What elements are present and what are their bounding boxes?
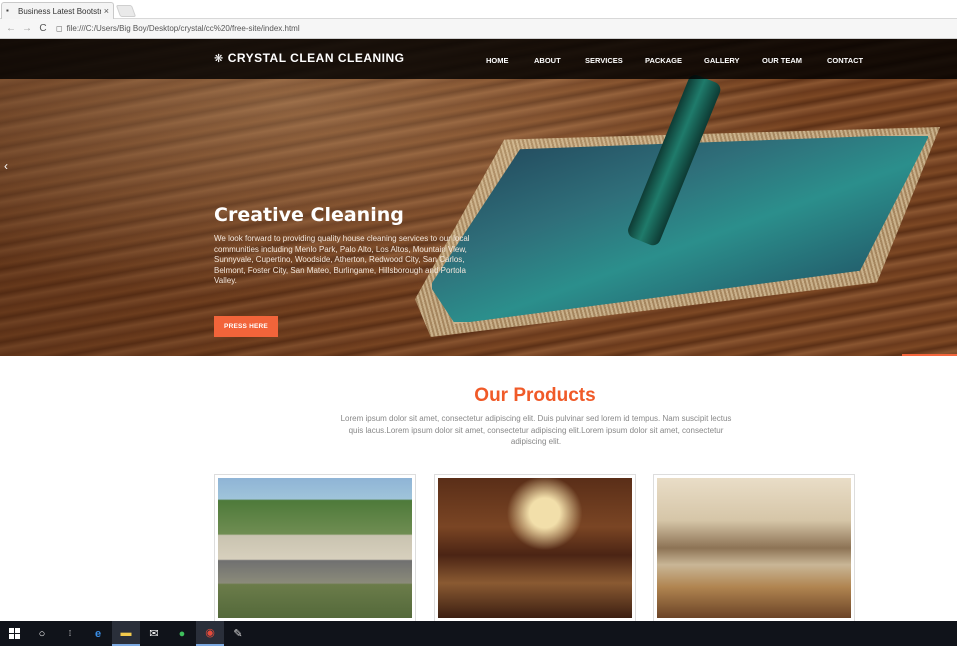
- windows-logo-icon: [8, 628, 20, 639]
- close-tab-icon[interactable]: ×: [104, 6, 109, 16]
- reload-button[interactable]: C: [36, 22, 50, 36]
- slide-progress-indicator: [902, 354, 957, 356]
- task-view-icon[interactable]: ⁞: [56, 621, 84, 646]
- browser-tab[interactable]: ▪ Business Latest Bootstra ×: [1, 2, 114, 19]
- forward-button[interactable]: →: [20, 22, 34, 36]
- product-card[interactable]: [214, 474, 416, 621]
- url-field[interactable]: ◻ file:///C:/Users/Big Boy/Desktop/cryst…: [56, 22, 300, 36]
- file-explorer-icon[interactable]: ▬: [112, 621, 140, 646]
- product-card[interactable]: [653, 474, 855, 621]
- page-info-icon: ◻: [56, 24, 63, 33]
- nav-our-team[interactable]: OUR TEAM: [762, 56, 827, 65]
- product-card[interactable]: [434, 474, 636, 621]
- green-app-icon[interactable]: ●: [168, 621, 196, 646]
- mail-icon[interactable]: ✉: [140, 621, 168, 646]
- page-favicon-icon: ▪: [6, 6, 9, 15]
- start-button[interactable]: [0, 621, 28, 646]
- hero-caption: Creative Cleaning We look forward to pro…: [214, 204, 482, 287]
- site-logo[interactable]: ❋ CRYSTAL CLEAN CLEANING: [214, 51, 405, 65]
- logo-icon: ❋: [214, 52, 224, 65]
- logo-text: CRYSTAL CLEAN CLEANING: [227, 51, 405, 65]
- search-icon[interactable]: ○: [28, 621, 56, 646]
- nav-contact[interactable]: CONTACT: [827, 56, 863, 65]
- hero-title: Creative Cleaning: [214, 204, 404, 226]
- product-image-house-exterior: [218, 478, 412, 618]
- nav-services[interactable]: SERVICES: [585, 56, 645, 65]
- tab-title: Business Latest Bootstra: [18, 6, 101, 16]
- nav-home[interactable]: HOME: [486, 56, 534, 65]
- nav-gallery[interactable]: GALLERY: [704, 56, 762, 65]
- products-title: Our Products: [474, 385, 596, 406]
- site-navbar: ❋ CRYSTAL CLEAN CLEANING HOME ABOUT SERV…: [0, 39, 957, 79]
- products-section: Our Products Lorem ipsum dolor sit amet,…: [0, 356, 957, 621]
- slider-prev-icon[interactable]: ‹: [4, 159, 8, 173]
- chrome-icon[interactable]: ◉: [196, 621, 224, 646]
- nav-about[interactable]: ABOUT: [534, 56, 585, 65]
- products-description: Lorem ipsum dolor sit amet, consectetur …: [340, 414, 732, 446]
- nav-package[interactable]: PACKAGE: [645, 56, 704, 65]
- paint-icon[interactable]: ✎: [224, 621, 252, 646]
- hero-slider: ❋ CRYSTAL CLEAN CLEANING HOME ABOUT SERV…: [0, 39, 957, 356]
- product-image-living-room: [438, 478, 632, 618]
- edge-icon[interactable]: e: [84, 621, 112, 646]
- url-text: file:///C:/Users/Big Boy/Desktop/crystal…: [66, 24, 300, 33]
- browser-tab-strip: ▪ Business Latest Bootstra ×: [0, 0, 957, 19]
- product-image-hallway: [657, 478, 851, 618]
- address-bar: ← → C ◻ file:///C:/Users/Big Boy/Desktop…: [0, 19, 957, 39]
- back-button[interactable]: ←: [4, 22, 18, 36]
- website-viewport: ❋ CRYSTAL CLEAN CLEANING HOME ABOUT SERV…: [0, 39, 957, 621]
- press-here-button[interactable]: PRESS HERE: [214, 316, 278, 337]
- hero-description: We look forward to providing quality hou…: [214, 234, 470, 285]
- new-tab-button[interactable]: [115, 5, 137, 17]
- main-menu: HOME ABOUT SERVICES PACKAGE GALLERY OUR …: [486, 56, 863, 65]
- windows-taskbar: ○ ⁞ e ▬ ✉ ● ◉ ✎: [0, 621, 957, 646]
